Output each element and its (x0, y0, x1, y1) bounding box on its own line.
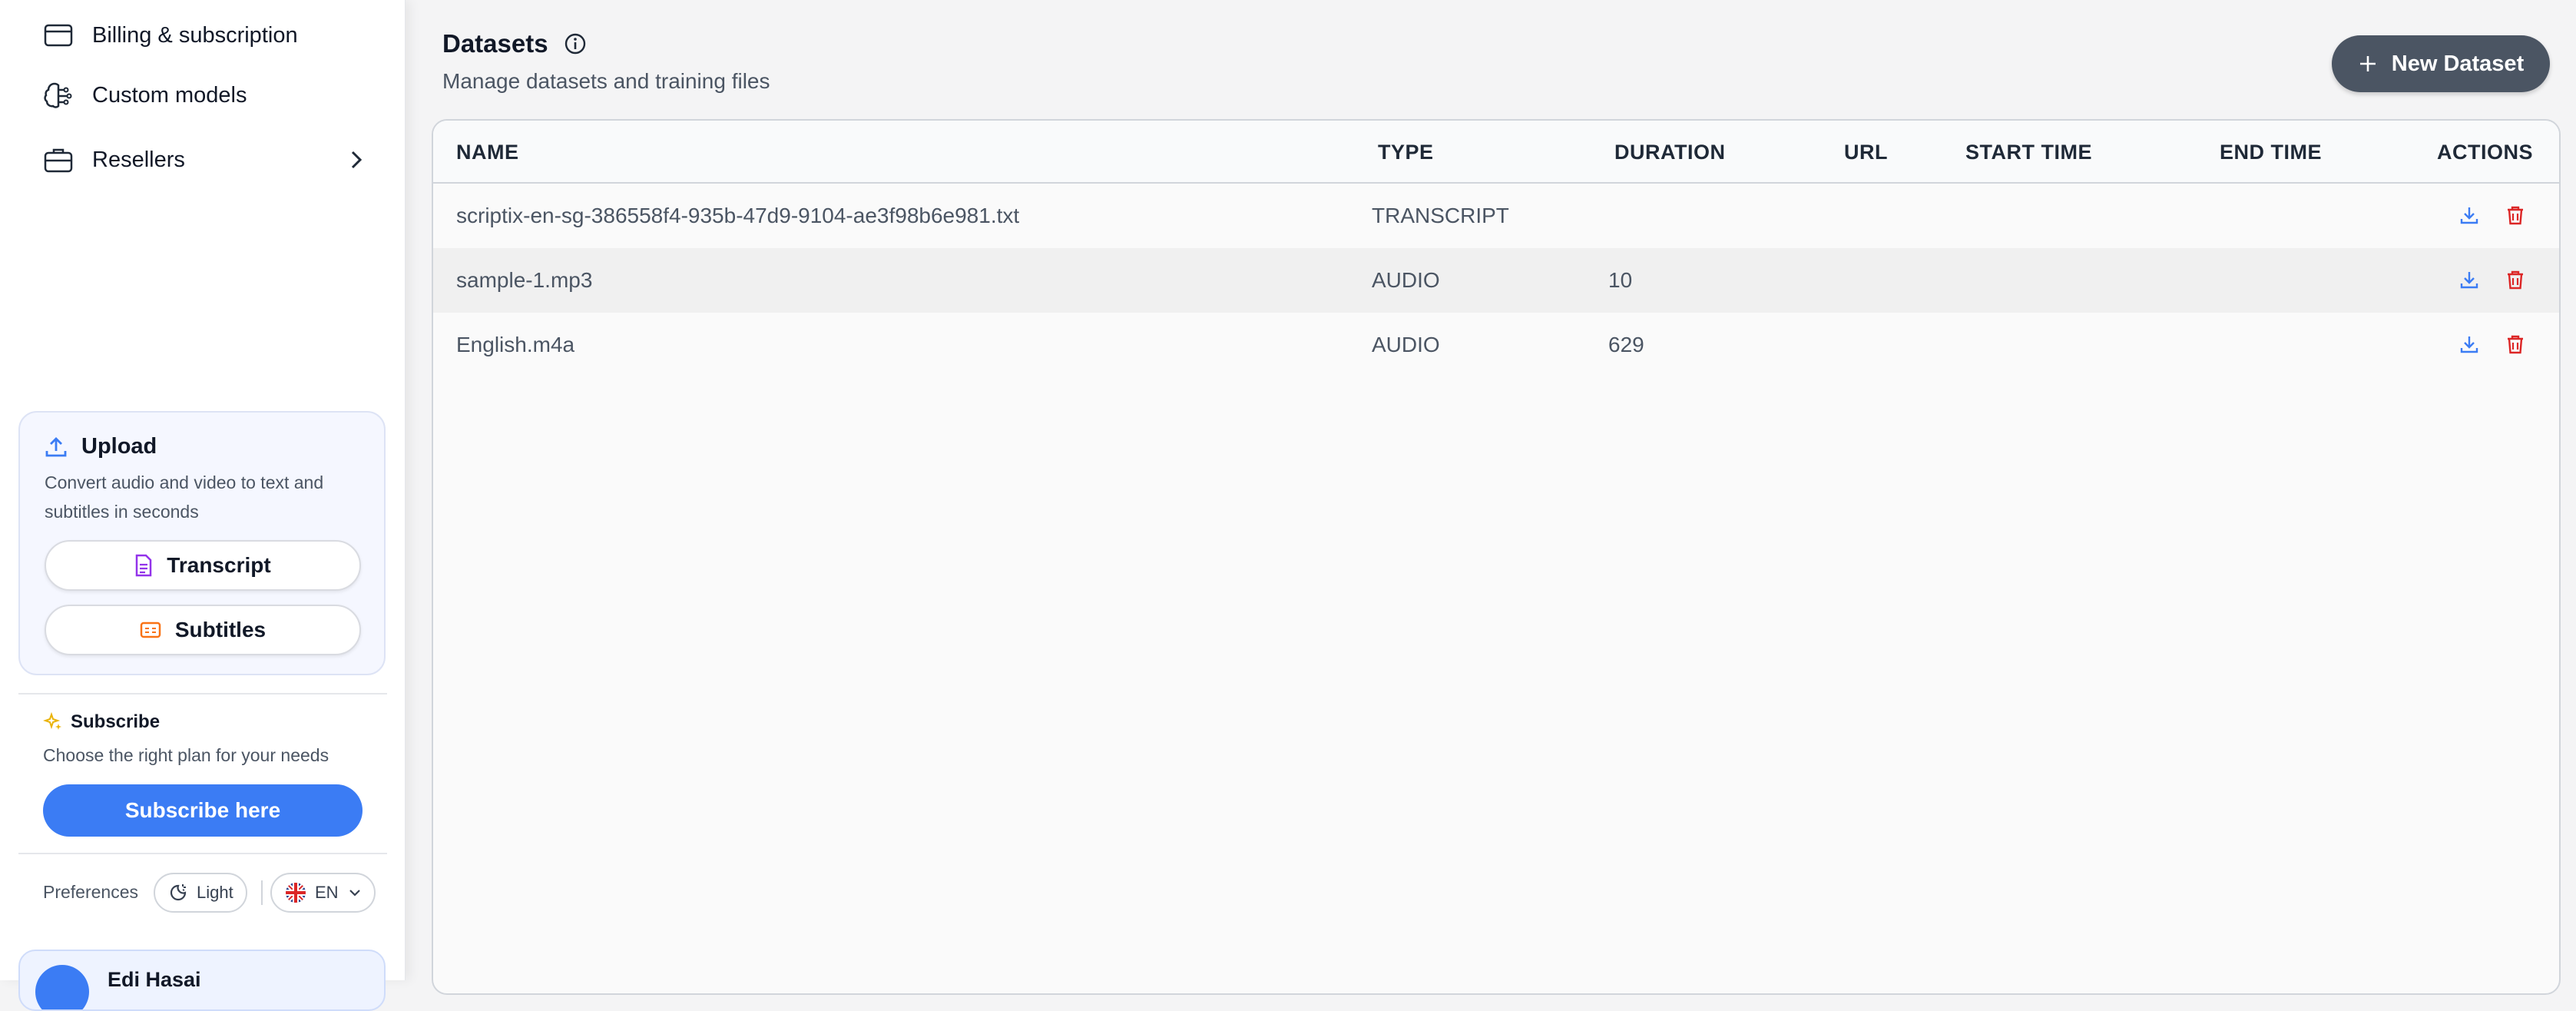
upload-description: Convert audio and video to text and subt… (45, 472, 324, 522)
divider (18, 693, 387, 694)
subscribe-description: Choose the right plan for your needs (43, 745, 329, 765)
trash-icon[interactable] (2502, 202, 2528, 228)
sidebar-item-label: Billing & subscription (92, 22, 298, 48)
chevron-down-icon (349, 890, 360, 897)
column-header-type[interactable]: TYPE (1378, 141, 1434, 164)
subscribe-button[interactable]: Subscribe here (43, 784, 363, 837)
subtitles-icon (140, 622, 161, 638)
document-icon (136, 554, 152, 577)
cell-duration: 629 (1608, 333, 1644, 356)
column-header-start-time[interactable]: START TIME (1965, 141, 2092, 164)
chip-separator (261, 880, 263, 905)
chevron-right-icon (349, 148, 364, 178)
column-header-end-time[interactable]: END TIME (2220, 141, 2322, 164)
download-icon[interactable] (2456, 267, 2482, 293)
theme-toggle[interactable]: Light (154, 873, 247, 913)
cell-name: scriptix-en-sg-386558f4-935b-47d9-9104-a… (456, 204, 1020, 227)
cell-type: TRANSCRIPT (1372, 204, 1509, 227)
column-header-duration[interactable]: DURATION (1614, 141, 1725, 164)
user-card[interactable]: Edi Hasai (18, 950, 386, 1011)
column-header-name[interactable]: NAME (456, 141, 519, 164)
credit-card-icon (41, 18, 75, 52)
page-title: Datasets (442, 29, 587, 58)
cell-duration: 10 (1608, 268, 1633, 292)
sidebar-item-resellers[interactable]: Resellers (41, 137, 364, 183)
table-row[interactable]: English.m4a AUDIO 629 (433, 313, 2559, 377)
cell-name: English.m4a (456, 333, 575, 356)
transcript-button[interactable]: Transcript (45, 540, 361, 591)
uk-flag-icon (286, 883, 306, 903)
sidebar-item-label: Custom models (92, 82, 247, 108)
cell-type: AUDIO (1372, 268, 1440, 292)
divider (18, 853, 387, 854)
language-select[interactable]: EN (270, 873, 376, 913)
sparkles-icon (43, 712, 61, 730)
info-icon[interactable] (564, 32, 587, 55)
cell-type: AUDIO (1372, 333, 1440, 356)
avatar (35, 965, 89, 1009)
datasets-table: NAME TYPE DURATION URL START TIME END TI… (432, 119, 2561, 995)
new-dataset-button[interactable]: New Dataset (2332, 35, 2550, 92)
page-subtitle: Manage datasets and training files (442, 69, 770, 93)
download-icon[interactable] (2456, 202, 2482, 228)
upload-card: Upload Convert audio and video to text a… (18, 411, 386, 675)
column-header-actions: ACTIONS (2437, 141, 2533, 164)
sidebar-item-billing[interactable]: Billing & subscription (41, 12, 364, 58)
table-header: NAME TYPE DURATION URL START TIME END TI… (433, 121, 2559, 184)
trash-icon[interactable] (2502, 267, 2528, 293)
sidebar-item-label: Resellers (92, 147, 185, 172)
theme-icon (170, 884, 187, 901)
subtitles-button[interactable]: Subtitles (45, 605, 361, 655)
sidebar-item-custom-models[interactable]: Custom models (41, 72, 364, 118)
trash-icon[interactable] (2502, 331, 2528, 357)
table-row[interactable]: scriptix-en-sg-386558f4-935b-47d9-9104-a… (433, 184, 2559, 248)
preferences-label: Preferences (43, 882, 139, 902)
brain-icon (41, 78, 75, 112)
plus-icon (2359, 56, 2376, 71)
table-row[interactable]: sample-1.mp3 AUDIO 10 (433, 248, 2559, 313)
column-header-url[interactable]: URL (1844, 141, 1888, 164)
briefcase-icon (41, 143, 75, 177)
upload-title: Upload (45, 434, 157, 459)
download-icon[interactable] (2456, 331, 2482, 357)
sidebar: Billing & subscription Custom models Res… (0, 0, 406, 1011)
upload-icon (45, 436, 67, 456)
cell-name: sample-1.mp3 (456, 268, 593, 292)
subscribe-title: Subscribe (43, 711, 160, 733)
